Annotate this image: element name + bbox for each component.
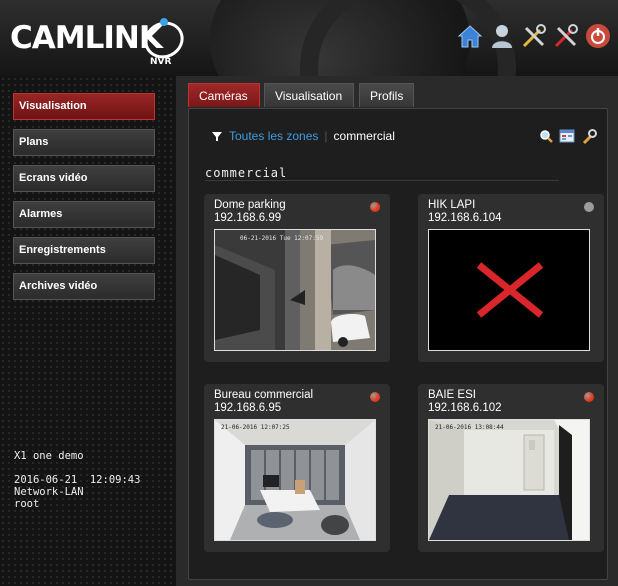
sidebar-item-alarmes[interactable]: Alarmes (13, 201, 155, 228)
section-title: commercial (205, 166, 288, 180)
tab-cameras[interactable]: Caméras (188, 83, 260, 107)
tools-x-icon[interactable] (552, 22, 580, 50)
zone-filter-bar: Toutes les zones | commercial (211, 129, 395, 143)
camera-card-baie-esi[interactable]: BAIE ESI 192.168.6.102 21-06-2016 13:08:… (418, 384, 604, 552)
current-zone-label: commercial (333, 129, 395, 143)
camera-card-bureau-commercial[interactable]: Bureau commercial 192.168.6.95 21-06-201… (204, 384, 390, 552)
sidebar-item-ecrans-video[interactable]: Ecrans vidéo (13, 165, 155, 192)
grid-view-icon[interactable] (559, 129, 575, 143)
main-content: Caméras Visualisation Profils Toutes les… (176, 76, 618, 586)
parking-feed-image: 06-21-2016 Tue 12:07:59 (215, 230, 375, 350)
camera-feed[interactable]: 21-06-2016 13:08:44 (428, 419, 590, 541)
cameras-panel: Toutes les zones | commercial commercial… (188, 108, 608, 580)
panel-toolbar (539, 129, 597, 145)
sidebar-item-archives-video[interactable]: Archives vidéo (13, 273, 155, 300)
header-bar: CAMLINK NVR (0, 0, 618, 76)
logo-text: CAMLINK (10, 20, 163, 56)
camera-ip: 192.168.6.95 (214, 402, 282, 414)
all-zones-link[interactable]: Toutes les zones (229, 129, 318, 143)
camera-card-hik-lapi[interactable]: HIK LAPI 192.168.6.104 (418, 194, 604, 362)
offline-cross-icon (429, 230, 589, 350)
camera-ip: 192.168.6.99 (214, 212, 282, 224)
logo-subtext: NVR (150, 57, 172, 67)
camera-status-indicator (370, 202, 380, 212)
camera-status-indicator (584, 202, 594, 212)
header-toolbar (456, 22, 612, 50)
sidebar-item-enregistrements[interactable]: Enregistrements (13, 237, 155, 264)
system-name: X1 one demo (14, 450, 84, 462)
user-icon[interactable] (488, 22, 516, 50)
logo-dot-icon (160, 18, 168, 26)
sidebar-item-visualisation[interactable]: Visualisation (13, 93, 155, 120)
sidebar: Visualisation Plans Ecrans vidéo Alarmes… (0, 76, 176, 586)
feed-timestamp: 21-06-2016 13:08:44 (435, 424, 504, 431)
tab-profils[interactable]: Profils (359, 83, 414, 107)
feed-timestamp: 21-06-2016 12:07:25 (221, 424, 290, 431)
camera-feed-offline[interactable] (428, 229, 590, 351)
search-icon[interactable] (539, 129, 553, 143)
wrench-icon[interactable] (581, 129, 597, 145)
camera-name: Dome parking (214, 199, 286, 211)
tools-icon[interactable] (520, 22, 548, 50)
home-icon[interactable] (456, 22, 484, 50)
camera-feed[interactable]: 21-06-2016 12:07:25 (214, 419, 376, 541)
power-icon[interactable] (584, 22, 612, 50)
camera-feed[interactable]: 06-21-2016 Tue 12:07:59 (214, 229, 376, 351)
camera-status-indicator (584, 392, 594, 402)
camera-ip: 192.168.6.104 (428, 212, 502, 224)
camera-status-indicator (370, 392, 380, 402)
camera-ip: 192.168.6.102 (428, 402, 502, 414)
camera-name: Bureau commercial (214, 389, 314, 401)
office-feed-image: 21-06-2016 12:07:25 (215, 420, 375, 540)
system-datetime: 2016-06-21 12:09:43 (14, 474, 141, 486)
camera-card-dome-parking[interactable]: Dome parking 192.168.6.99 06-21-2016 Tue (204, 194, 390, 362)
filter-icon[interactable] (211, 130, 223, 142)
system-network: Network-LAN (14, 486, 84, 498)
sidebar-item-plans[interactable]: Plans (13, 129, 155, 156)
camera-name: BAIE ESI (428, 389, 476, 401)
feed-timestamp: 06-21-2016 Tue 12:07:59 (240, 235, 323, 242)
camera-name: HIK LAPI (428, 199, 476, 211)
section-divider (205, 180, 559, 181)
system-user: root (14, 498, 40, 510)
server-room-feed-image: 21-06-2016 13:08:44 (429, 420, 589, 540)
breadcrumb-separator: | (324, 129, 328, 143)
tab-visualisation[interactable]: Visualisation (264, 83, 354, 107)
